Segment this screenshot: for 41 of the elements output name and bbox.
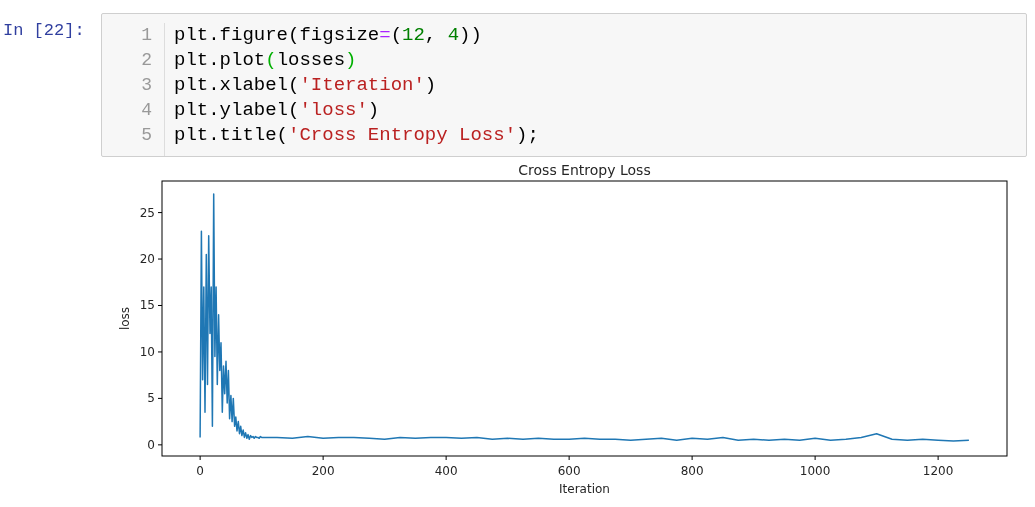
- x-axis-tick: 800: [680, 455, 704, 478]
- x-tick-label: 1200: [922, 464, 954, 478]
- x-axis-label: Iteration: [559, 482, 610, 494]
- y-tick-label: 20: [139, 252, 155, 267]
- y-axis-tick: 5: [147, 391, 163, 406]
- y-tick-label: 15: [139, 298, 155, 313]
- y-axis-label: loss: [118, 306, 132, 331]
- line-number: 5: [141, 124, 152, 147]
- x-tick-label: 600: [557, 464, 581, 478]
- code-line: plt.xlabel('Iteration'): [174, 73, 438, 98]
- line-number: 4: [141, 99, 152, 122]
- y-axis-tick: 25: [139, 205, 163, 220]
- y-tick-label: 0: [147, 437, 155, 452]
- x-axis-tick: 0: [196, 455, 204, 478]
- x-axis-tick: 400: [434, 455, 458, 478]
- y-axis-tick: 15: [139, 298, 163, 313]
- x-tick-label: 0: [196, 464, 204, 478]
- x-axis-tick: 1200: [922, 455, 954, 478]
- input-prompt: In [22]:: [2, 20, 86, 40]
- code-line: plt.title('Cross Entropy Loss');: [174, 123, 539, 148]
- x-tick-label: 400: [434, 464, 458, 478]
- x-axis-tick: 1000: [799, 455, 831, 478]
- code-line: plt.ylabel('loss'): [174, 98, 381, 123]
- code-line: plt.plot(losses): [174, 48, 358, 73]
- y-axis-tick: 10: [139, 344, 163, 359]
- x-tick-label: 200: [311, 464, 335, 478]
- chart-title: Cross Entropy Loss: [518, 162, 651, 178]
- y-axis-tick: 0: [147, 437, 163, 452]
- y-tick-label: 25: [139, 205, 155, 220]
- y-tick-label: 5: [147, 391, 155, 406]
- x-tick-label: 1000: [799, 464, 831, 478]
- line-number: 1: [141, 24, 152, 47]
- x-tick-label: 800: [680, 464, 704, 478]
- code-cell[interactable]: 1 2 3 4 5 plt.figure(figsize=(12, 4)) plt.plot(losses) plt.xlabel('Iteration') plt.ylabel('loss') plt.title('Cross Entropy Loss');: [101, 13, 1027, 157]
- y-axis-tick: 20: [139, 252, 163, 267]
- x-axis-tick: 600: [557, 455, 581, 478]
- line-number: 2: [141, 49, 152, 72]
- code-line: plt.figure(figsize=(12, 4)): [174, 23, 483, 48]
- y-tick-label: 10: [139, 344, 155, 359]
- line-number: 3: [141, 74, 152, 97]
- x-axis-tick: 200: [311, 455, 335, 478]
